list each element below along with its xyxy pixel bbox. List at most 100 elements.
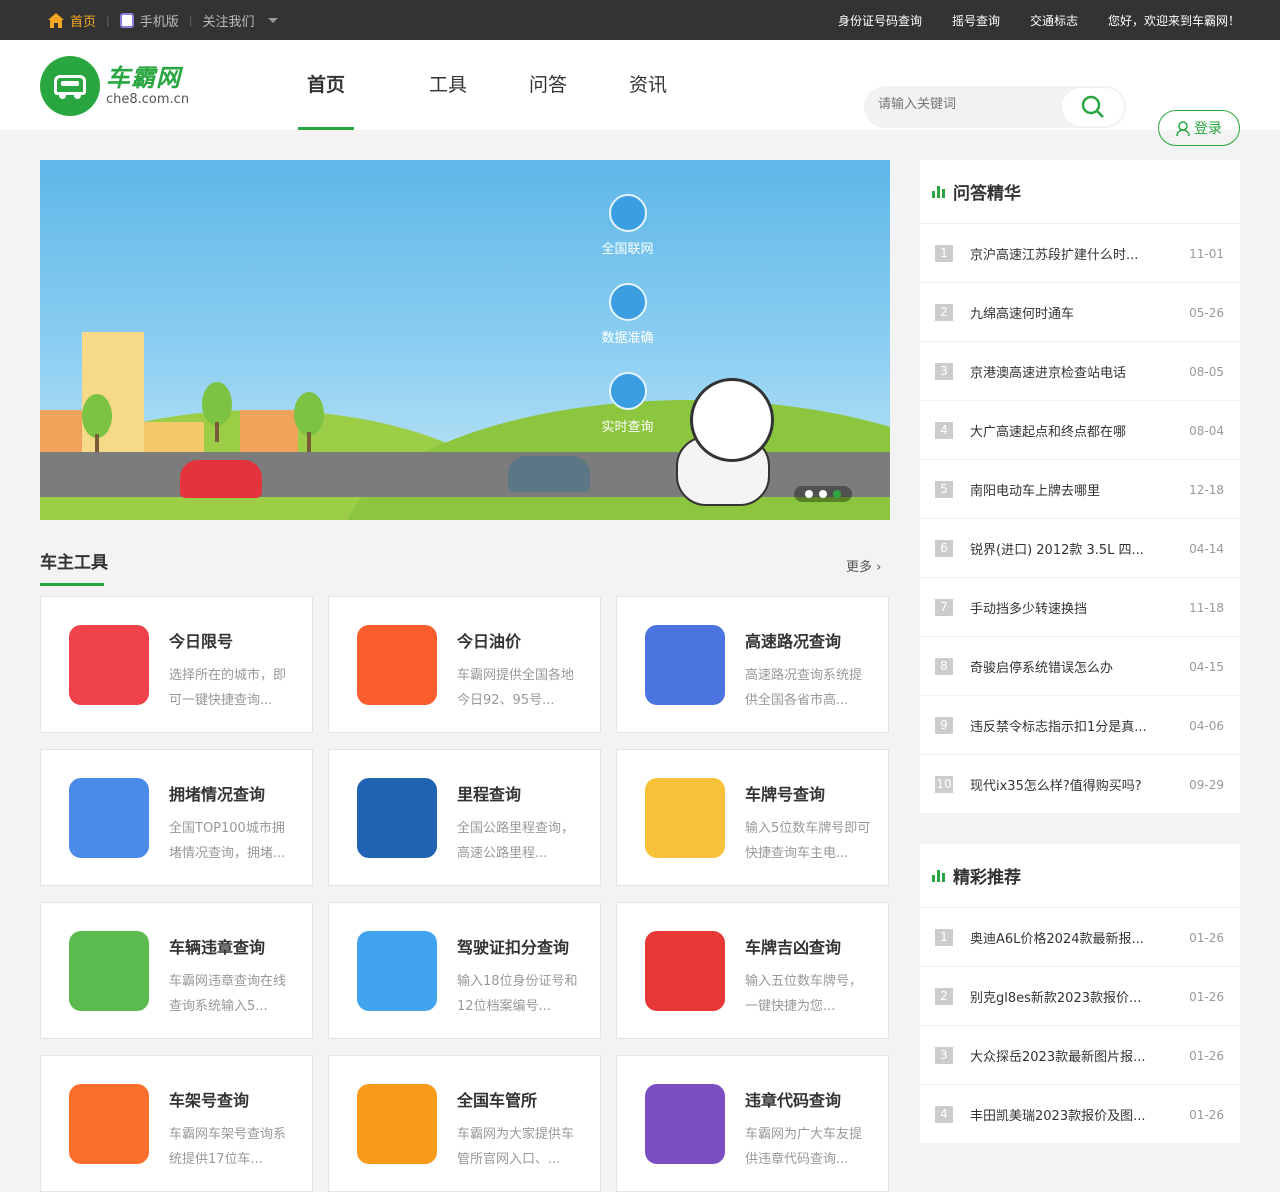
carousel-dot-1[interactable] bbox=[805, 490, 813, 498]
list-item[interactable]: 1 京沪高速江苏段扩建什么时... 11-01 bbox=[920, 224, 1240, 283]
highway-icon bbox=[645, 625, 725, 705]
nav-qa[interactable]: 问答 bbox=[498, 40, 598, 130]
list-item[interactable]: 6 锐界(进口) 2012款 3.5L 四... 04-14 bbox=[920, 519, 1240, 578]
list-item[interactable]: 10 现代ix35怎么样?值得购买吗? 09-29 bbox=[920, 755, 1240, 814]
list-item[interactable]: 8 奇骏启停系统错误怎么办 04-15 bbox=[920, 637, 1240, 696]
tool-card[interactable]: 车架号查询 车霸网车架号查询系统提供17位车... bbox=[40, 1055, 313, 1192]
list-item[interactable]: 2 九绵高速何时通车 05-26 bbox=[920, 283, 1240, 342]
home-link[interactable]: 首页 bbox=[48, 11, 96, 30]
item-date: 04-06 bbox=[1189, 719, 1224, 733]
qa-panel: 问答精华 1 京沪高速江苏段扩建什么时... 11-01 2 九绵高速何时通车 05-26… bbox=[920, 160, 1240, 814]
carousel-dot-3[interactable] bbox=[833, 490, 841, 498]
rank-number: 10 bbox=[935, 776, 953, 793]
list-item[interactable]: 7 手动挡多少转速换挡 11-18 bbox=[920, 578, 1240, 637]
tool-card[interactable]: 驾驶证扣分查询 输入18位身份证号和12位档案编号... bbox=[328, 902, 601, 1039]
tool-desc: 输入18位身份证号和12位档案编号... bbox=[457, 974, 578, 1014]
tool-card[interactable]: 车牌号查询 输入5位数车牌号即可快捷查询车主电... bbox=[616, 749, 889, 886]
item-title: 大广高速起点和终点都在哪 bbox=[970, 425, 1127, 440]
tool-card[interactable]: 里程查询 全国公路里程查询，高速公路里程... bbox=[328, 749, 601, 886]
bar-chart-icon bbox=[932, 185, 945, 198]
item-date: 08-04 bbox=[1189, 424, 1224, 438]
item-date: 01-26 bbox=[1189, 990, 1224, 1004]
header: 车霸网 che8.com.cn 首页 工具 问答 资讯 登录 bbox=[0, 40, 1280, 146]
nav-news[interactable]: 资讯 bbox=[598, 40, 698, 130]
license-icon bbox=[357, 931, 437, 1011]
item-date: 01-26 bbox=[1189, 931, 1224, 945]
rank-number: 8 bbox=[935, 658, 953, 675]
tool-name: 今日限号 bbox=[169, 632, 234, 651]
tool-card[interactable]: 拥堵情况查询 全国TOP100城市拥堵情况查询，拥堵... bbox=[40, 749, 313, 886]
tool-name: 拥堵情况查询 bbox=[169, 785, 266, 804]
search-button[interactable] bbox=[1062, 88, 1124, 126]
nav-home[interactable]: 首页 bbox=[298, 40, 354, 130]
tool-desc: 车霸网违章查询在线查询系统输入5... bbox=[169, 974, 287, 1014]
tool-name: 全国车管所 bbox=[457, 1091, 538, 1110]
tool-desc: 车霸网为广大车友提供违章代码查询... bbox=[745, 1127, 863, 1167]
nav-tools[interactable]: 工具 bbox=[398, 40, 498, 130]
tool-card[interactable]: 今日限号 选择所在的城市，即可一键快捷查询... bbox=[40, 596, 313, 733]
list-item[interactable]: 3 京港澳高速进京检查站电话 08-05 bbox=[920, 342, 1240, 401]
item-date: 04-14 bbox=[1189, 542, 1224, 556]
clock-icon bbox=[608, 372, 647, 410]
item-date: 09-29 bbox=[1189, 778, 1224, 792]
list-item[interactable]: 9 违反禁令标志指示扣1分是真... 04-06 bbox=[920, 696, 1240, 755]
feature-network: 全国联网 bbox=[601, 242, 654, 257]
search-icon bbox=[1081, 95, 1104, 118]
tool-card[interactable]: 高速路况查询高速路况查询系统提供全国各省市高... bbox=[616, 596, 889, 733]
tool-card[interactable]: 今日油价 车霸网提供全国各地今日92、95号... bbox=[328, 596, 601, 733]
rank-number: 4 bbox=[935, 422, 953, 439]
tool-desc: 输入五位数车牌号，一键快捷为您... bbox=[745, 974, 863, 1014]
traffic-sign-link[interactable]: 交通标志 bbox=[1030, 12, 1078, 29]
jam-icon bbox=[69, 778, 149, 858]
item-date: 01-26 bbox=[1189, 1049, 1224, 1063]
logo-name: 车霸网 bbox=[106, 64, 181, 92]
rank-number: 4 bbox=[935, 1106, 953, 1123]
item-date: 01-26 bbox=[1189, 1108, 1224, 1122]
carousel-dots bbox=[794, 486, 852, 502]
lottery-link[interactable]: 摇号查询 bbox=[952, 12, 1000, 29]
login-label: 登录 bbox=[1194, 121, 1222, 137]
list-item[interactable]: 4 大广高速起点和终点都在哪 08-04 bbox=[920, 401, 1240, 460]
rank-number: 7 bbox=[935, 599, 953, 616]
item-title: 奇骏启停系统错误怎么办 bbox=[970, 661, 1114, 676]
feature-accurate: 数据准确 bbox=[601, 331, 654, 346]
mobile-link[interactable]: 手机版 bbox=[119, 11, 179, 30]
banner-carousel[interactable]: 全国联网 数据准确 实时查询 bbox=[40, 160, 890, 520]
banner-features: 全国联网 数据准确 实时查询 bbox=[570, 194, 685, 461]
tool-card[interactable]: 全国车管所 车霸网为大家提供车管所官网入口、... bbox=[328, 1055, 601, 1192]
main-nav: 首页 工具 问答 资讯 bbox=[298, 40, 698, 130]
police-illustration bbox=[690, 378, 774, 462]
list-item[interactable]: 4 丰田凯美瑞2023款报价及图... 01-26 bbox=[920, 1085, 1240, 1144]
rank-number: 1 bbox=[935, 929, 953, 946]
user-icon bbox=[1176, 120, 1190, 136]
search-input[interactable] bbox=[878, 97, 1058, 112]
login-button[interactable]: 登录 bbox=[1158, 110, 1240, 146]
home-icon bbox=[48, 12, 64, 28]
tool-card[interactable]: 车牌吉凶查询 输入五位数车牌号，一键快捷为您... bbox=[616, 902, 889, 1039]
list-item[interactable]: 3 大众探岳2023款最新图片报... 01-26 bbox=[920, 1026, 1240, 1085]
welcome-text: 您好，欢迎来到车霸网！ bbox=[1107, 13, 1240, 28]
carousel-dot-2[interactable] bbox=[819, 490, 827, 498]
tool-name: 车架号查询 bbox=[169, 1091, 250, 1110]
tool-card[interactable]: 违章代码查询车霸网为广大车友提供违章代码查询... bbox=[616, 1055, 889, 1192]
list-item[interactable]: 5 南阳电动车上牌去哪里 12-18 bbox=[920, 460, 1240, 519]
tool-name: 高速路况查询 bbox=[745, 632, 842, 651]
follow-dropdown[interactable]: 关注我们 bbox=[202, 11, 279, 30]
list-item[interactable]: 2 别克gl8es新款2023款报价... 01-26 bbox=[920, 967, 1240, 1026]
item-date: 04-15 bbox=[1189, 660, 1224, 674]
item-title: 京沪高速江苏段扩建什么时... bbox=[970, 248, 1139, 263]
tool-desc: 全国公路里程查询，高速公路里程... bbox=[457, 821, 575, 861]
tool-name: 违章代码查询 bbox=[745, 1091, 842, 1110]
id-query-link[interactable]: 身份证号码查询 bbox=[838, 12, 922, 29]
logo[interactable]: 车霸网 che8.com.cn bbox=[40, 56, 189, 116]
item-date: 08-05 bbox=[1189, 365, 1224, 379]
tool-desc: 高速路况查询系统提供全国各省市高... bbox=[745, 668, 863, 708]
phone-icon bbox=[119, 12, 134, 28]
list-item[interactable]: 1 奥迪A6L价格2024款最新报... 01-26 bbox=[920, 908, 1240, 967]
tools-more-link[interactable]: 更多 › bbox=[846, 556, 881, 575]
dmv-icon bbox=[357, 1084, 437, 1164]
item-title: 丰田凯美瑞2023款报价及图... bbox=[970, 1109, 1146, 1124]
mileage-icon bbox=[357, 778, 437, 858]
bar-chart-icon bbox=[932, 869, 945, 882]
tool-card[interactable]: 车辆违章查询 车霸网违章查询在线查询系统输入5... bbox=[40, 902, 313, 1039]
